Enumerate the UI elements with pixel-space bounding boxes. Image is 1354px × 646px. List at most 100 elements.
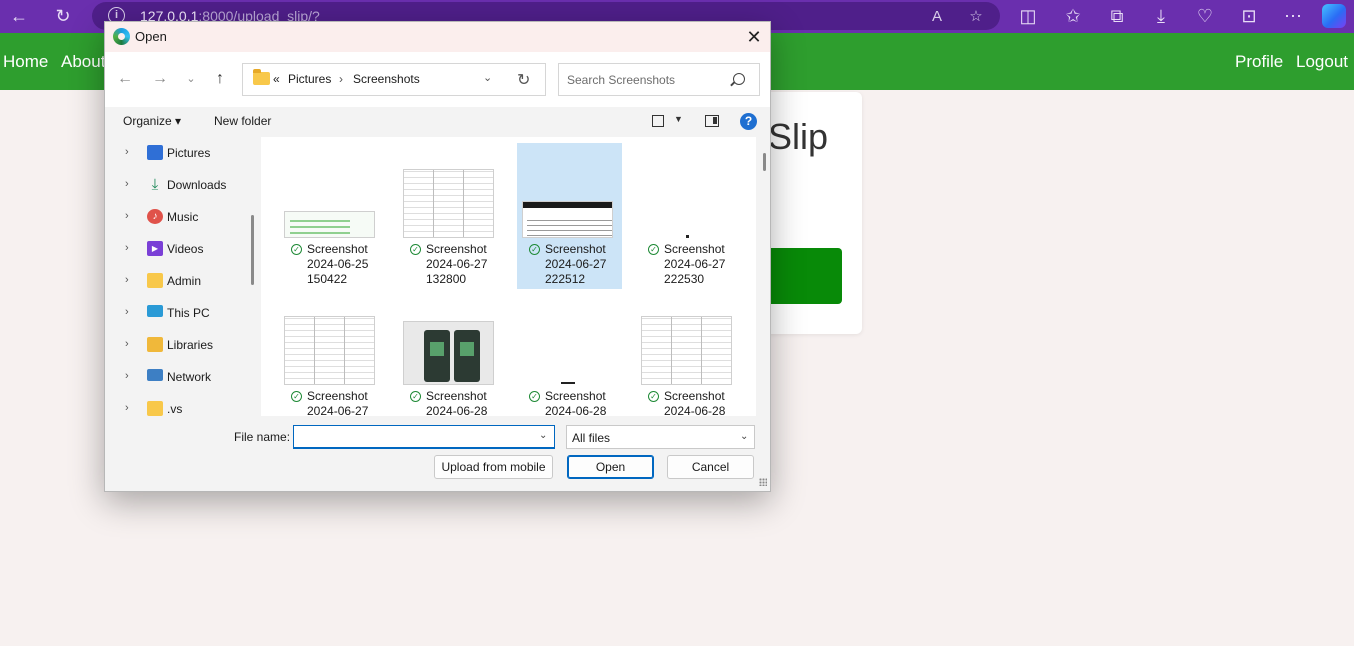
chevron-right-icon[interactable]: › bbox=[125, 338, 129, 350]
upload-from-mobile-button[interactable]: Upload from mobile bbox=[434, 455, 553, 479]
chevron-right-icon[interactable]: › bbox=[125, 210, 129, 222]
file-name-line1: Screenshot bbox=[307, 389, 368, 403]
chevron-right-icon[interactable]: › bbox=[125, 306, 129, 318]
dialog-footer: File name: ⌄ All files ⌄ Upload from mob… bbox=[105, 416, 770, 491]
file-list: ✓ Screenshot 2024-06-25 150422 ✓ Screens… bbox=[261, 137, 756, 416]
tree-scrollbar[interactable] bbox=[251, 215, 254, 285]
breadcrumb-separator-icon: › bbox=[339, 72, 343, 86]
edge-browser-icon bbox=[113, 28, 130, 45]
file-tile[interactable]: ✓ Screenshot 2024-06-27 bbox=[279, 290, 384, 416]
file-tile[interactable]: ✓ Screenshot 2024-06-28 bbox=[398, 290, 503, 416]
tree-item-videos[interactable]: › ▶ Videos bbox=[105, 235, 245, 263]
download-icon: ⤓ bbox=[151, 176, 159, 193]
file-thumbnail bbox=[403, 169, 494, 238]
browser-essentials-icon[interactable]: ♡ bbox=[1193, 4, 1217, 28]
refresh-icon[interactable]: ↻ bbox=[51, 4, 75, 28]
nav-about-link[interactable]: About bbox=[61, 52, 105, 72]
refresh-icon[interactable]: ↻ bbox=[517, 70, 530, 90]
forward-arrow-icon[interactable]: → bbox=[149, 68, 171, 90]
up-arrow-icon[interactable]: ↑ bbox=[209, 68, 231, 90]
chevron-right-icon[interactable]: › bbox=[125, 242, 129, 254]
sync-status-icon: ✓ bbox=[529, 391, 540, 402]
file-type-select[interactable]: All files ⌄ bbox=[566, 425, 755, 449]
nav-home-link[interactable]: Home bbox=[3, 52, 48, 72]
file-list-scrollbar[interactable] bbox=[763, 153, 766, 171]
search-input[interactable]: Search Screenshots bbox=[558, 63, 760, 96]
favorite-icon[interactable]: ☆ bbox=[965, 6, 987, 28]
breadcrumb-screenshots[interactable]: Screenshots bbox=[353, 72, 420, 86]
chevron-right-icon[interactable]: › bbox=[125, 370, 129, 382]
screenshot-icon[interactable]: ⊡ bbox=[1237, 4, 1261, 28]
file-name-line1: Screenshot bbox=[426, 242, 487, 256]
file-tile[interactable]: ✓ Screenshot 2024-06-28 bbox=[636, 290, 741, 416]
tree-item-libraries[interactable]: › Libraries bbox=[105, 331, 245, 359]
tree-item-pictures[interactable]: › Pictures bbox=[105, 139, 245, 167]
breadcrumb-overflow[interactable]: « bbox=[273, 72, 280, 86]
chevron-right-icon[interactable]: › bbox=[125, 178, 129, 190]
file-name-line3: 150422 bbox=[307, 272, 348, 286]
file-tile[interactable]: ✓ Screenshot 2024-06-27 132800 bbox=[398, 143, 503, 289]
nav-profile-link[interactable]: Profile bbox=[1235, 52, 1283, 72]
pictures-icon bbox=[147, 145, 163, 160]
back-arrow-icon[interactable]: ← bbox=[7, 4, 31, 28]
chevron-down-icon[interactable]: ▼ bbox=[674, 114, 683, 124]
chevron-down-icon: ⌄ bbox=[740, 431, 749, 442]
file-thumbnail bbox=[522, 201, 613, 238]
open-button[interactable]: Open bbox=[567, 455, 654, 479]
chevron-right-icon[interactable]: › bbox=[125, 146, 129, 158]
sync-status-icon: ✓ bbox=[529, 244, 540, 255]
close-icon[interactable]: ✕ bbox=[741, 25, 767, 49]
collections-icon[interactable]: ⧉ bbox=[1105, 4, 1129, 28]
file-name-line2: 2024-06-25 bbox=[307, 257, 369, 271]
new-folder-button[interactable]: New folder bbox=[214, 114, 271, 128]
file-thumbnail bbox=[561, 382, 575, 384]
tree-item-this-pc[interactable]: › This PC bbox=[105, 299, 245, 327]
chevron-right-icon[interactable]: › bbox=[125, 274, 129, 286]
view-mode-icon[interactable] bbox=[652, 115, 664, 127]
file-thumbnail bbox=[641, 316, 732, 385]
file-tile[interactable]: ✓ Screenshot 2024-06-25 150422 bbox=[279, 143, 384, 289]
breadcrumb[interactable]: « Pictures › Screenshots ⌄ ↻ bbox=[242, 63, 546, 96]
file-name-line3: 132800 bbox=[426, 272, 467, 286]
more-icon[interactable]: ⋯ bbox=[1281, 4, 1305, 28]
file-thumbnail bbox=[403, 321, 494, 385]
tree-item-label: Music bbox=[167, 210, 199, 224]
sync-status-icon: ✓ bbox=[410, 244, 421, 255]
preview-pane-icon[interactable] bbox=[705, 115, 719, 127]
resize-grip-icon[interactable] bbox=[759, 478, 767, 486]
recent-locations-chevron-icon[interactable]: ⌄ bbox=[180, 68, 202, 90]
chevron-right-icon[interactable]: › bbox=[125, 402, 129, 414]
chevron-down-icon[interactable]: ⌄ bbox=[483, 71, 492, 84]
cancel-button[interactable]: Cancel bbox=[667, 455, 754, 479]
file-name-line1: Screenshot bbox=[545, 389, 606, 403]
tree-item-downloads[interactable]: › ⤓ Downloads bbox=[105, 171, 245, 199]
tree-item-vs[interactable]: › .vs bbox=[105, 395, 245, 416]
chevron-down-icon[interactable]: ⌄ bbox=[539, 430, 547, 441]
file-tile[interactable]: ✓ Screenshot 2024-06-28 bbox=[517, 290, 622, 416]
file-thumbnail bbox=[686, 235, 689, 238]
downloads-icon[interactable]: ⤓ bbox=[1149, 4, 1173, 28]
file-name-line1: Screenshot bbox=[664, 242, 725, 256]
read-aloud-icon[interactable]: A bbox=[926, 6, 948, 28]
tree-item-music[interactable]: › ♪ Music bbox=[105, 203, 245, 231]
split-screen-icon[interactable]: ◫ bbox=[1016, 4, 1040, 28]
file-name-input[interactable] bbox=[293, 425, 555, 449]
copilot-icon[interactable] bbox=[1322, 4, 1346, 28]
sync-status-icon: ✓ bbox=[648, 391, 659, 402]
search-placeholder: Search Screenshots bbox=[567, 73, 676, 87]
file-name-line1: Screenshot bbox=[426, 389, 487, 403]
sync-status-icon: ✓ bbox=[291, 391, 302, 402]
file-tile-selected[interactable]: ✓ Screenshot 2024-06-27 222512 bbox=[517, 143, 622, 289]
nav-logout-link[interactable]: Logout bbox=[1296, 52, 1348, 72]
favorites-icon[interactable]: ✩ bbox=[1061, 4, 1085, 28]
tree-item-network[interactable]: › Network bbox=[105, 363, 245, 391]
tree-item-admin[interactable]: › Admin bbox=[105, 267, 245, 295]
back-arrow-icon[interactable]: ← bbox=[114, 68, 136, 90]
help-icon[interactable]: ? bbox=[740, 113, 757, 130]
breadcrumb-pictures[interactable]: Pictures bbox=[288, 72, 331, 86]
file-name-line2: 2024-06-27 bbox=[426, 257, 488, 271]
thumbnail-header-bar bbox=[523, 202, 612, 208]
folder-icon bbox=[147, 273, 163, 288]
file-tile[interactable]: ✓ Screenshot 2024-06-27 222530 bbox=[636, 143, 741, 289]
organize-button[interactable]: Organize ▾ bbox=[123, 114, 181, 128]
